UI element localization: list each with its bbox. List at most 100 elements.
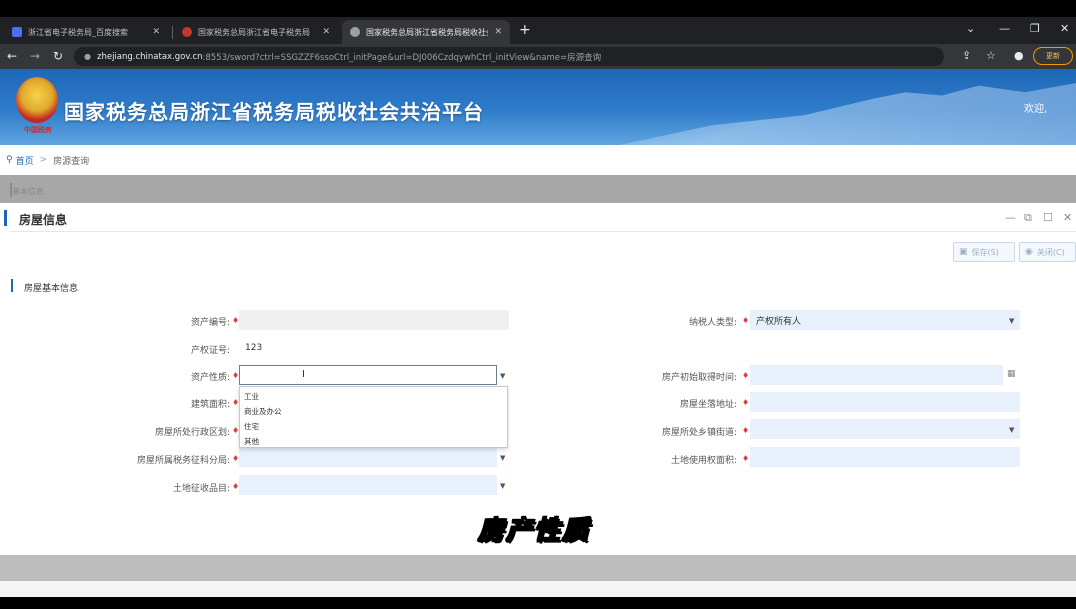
admin-region-label: 房屋所处行政区划:	[154, 428, 230, 438]
bottom-overlay-band	[0, 555, 1076, 581]
emblem-caption: 中国税务	[24, 126, 52, 134]
dropdown-option[interactable]: 住宅	[244, 421, 259, 432]
forward-button[interactable]: →	[30, 49, 40, 63]
save-label: 保存(S)	[971, 247, 999, 257]
required-marker: ♦	[742, 398, 750, 407]
section-accent-bar	[11, 279, 13, 292]
tab-title: 国家税务总局浙江省税务局税收社会	[366, 27, 489, 37]
address-field[interactable]	[750, 392, 1020, 412]
chevron-down-icon[interactable]: ▼	[1009, 317, 1014, 325]
reload-button[interactable]: ↻	[53, 49, 63, 63]
tax-emblem-icon	[16, 77, 58, 123]
tab-title: 浙江省电子税务局_百度搜索	[28, 27, 128, 37]
bottom-strip	[0, 581, 1076, 597]
new-tab-button[interactable]: +	[519, 22, 531, 38]
tab-search-icon[interactable]: ⌄	[966, 22, 975, 35]
taxpayer-type-label: 纳税人类型:	[688, 318, 737, 328]
dialog-maximize-icon[interactable]: ☐	[1043, 211, 1053, 224]
tab-title: 国家税务总局浙江省电子税务局	[198, 27, 310, 37]
baidu-favicon-icon	[12, 27, 22, 37]
tab-separator	[172, 26, 173, 39]
minimize-window-button[interactable]: —	[999, 22, 1010, 35]
welcome-text: 欢迎,	[1024, 104, 1048, 115]
browser-toolbar: ← → ↻ ● zhejiang.chinatax.gov.cn :8553/s…	[0, 44, 1076, 69]
update-label: 更新	[1046, 52, 1060, 60]
asset-number-label: 资产编号:	[190, 318, 230, 328]
tax-branch-label: 房屋所属税务征科分局:	[136, 456, 230, 466]
behind-section-label: 基本信息	[12, 187, 44, 196]
globe-favicon-icon	[350, 27, 360, 37]
property-nature-label: 资产性质:	[190, 373, 230, 383]
chevron-down-icon[interactable]: ▼	[500, 454, 505, 462]
dialog-close-icon[interactable]: ✕	[1063, 211, 1072, 224]
land-area-field[interactable]	[750, 447, 1020, 467]
save-button[interactable]: ▣ 保存(S)	[953, 242, 1015, 262]
dialog-minimize-icon[interactable]: —	[1005, 211, 1016, 224]
breadcrumb: ⚲ 首页 > 房源查询	[0, 145, 1076, 175]
back-button[interactable]: ←	[7, 49, 17, 63]
property-cert-label: 产权证号:	[190, 346, 230, 356]
browser-tab-bar: 浙江省电子税务局_百度搜索 ✕ 国家税务总局浙江省电子税务局 ✕ 国家税务总局浙…	[0, 17, 1076, 44]
dialog-title: 房屋信息	[19, 213, 68, 227]
chevron-down-icon[interactable]: ▼	[1009, 426, 1014, 434]
browser-tab-3-active[interactable]: 国家税务总局浙江省税务局税收社会 ✕	[342, 20, 510, 44]
dialog-accent-bar	[4, 210, 7, 226]
tax-branch-select[interactable]	[239, 447, 497, 467]
restore-window-button[interactable]: ❐	[1030, 22, 1040, 35]
breadcrumb-current: 房源查询	[53, 156, 90, 167]
breadcrumb-separator: >	[39, 155, 48, 165]
calendar-icon[interactable]: ▦	[1007, 369, 1016, 379]
tab-close-icon[interactable]: ✕	[494, 27, 502, 37]
screen-recording-frame: 浙江省电子税务局_百度搜索 ✕ 国家税务总局浙江省电子税务局 ✕ 国家税务总局浙…	[0, 0, 1076, 609]
property-cert-field[interactable]: 123	[239, 338, 509, 358]
address-bar[interactable]: ● zhejiang.chinatax.gov.cn :8553/sword?c…	[74, 47, 944, 66]
land-item-select[interactable]	[239, 475, 497, 495]
chevron-down-icon[interactable]: ▼	[500, 482, 505, 490]
required-marker: ♦	[742, 316, 750, 325]
required-marker: ♦	[742, 426, 750, 435]
property-nature-dropdown: 工业 商业及办公 住宅 其他	[239, 386, 508, 448]
browser-tab-1[interactable]: 浙江省电子税务局_百度搜索 ✕	[4, 20, 168, 44]
chevron-down-icon[interactable]: ▼	[500, 372, 505, 380]
required-marker: ♦	[742, 371, 750, 380]
town-street-select[interactable]	[750, 419, 1020, 439]
land-item-label: 土地征收品目:	[172, 484, 230, 494]
dropdown-option[interactable]: 工业	[244, 391, 259, 402]
section-title: 房屋基本信息	[24, 284, 79, 294]
lock-icon: ●	[84, 52, 91, 61]
save-icon: ▣	[959, 247, 968, 257]
great-wall-graphic	[620, 82, 1076, 145]
land-area-label: 土地使用权面积:	[670, 456, 737, 466]
url-host: zhejiang.chinatax.gov.cn	[96, 51, 203, 62]
dropdown-option[interactable]: 商业及办公	[244, 406, 282, 417]
modal-overlay-band	[0, 175, 1076, 203]
bookmark-star-icon[interactable]: ☆	[986, 49, 996, 62]
url-path: :8553/sword?ctrl=SSGZZF6ssoCtrl_initPage…	[202, 52, 602, 63]
breadcrumb-home-link[interactable]: 首页	[16, 154, 34, 167]
video-subtitle: 房产性质	[477, 515, 591, 546]
property-nature-select[interactable]	[239, 365, 497, 385]
tab-close-icon[interactable]: ✕	[322, 27, 330, 37]
taxpayer-type-select[interactable]: 产权所有人	[750, 310, 1020, 330]
tax-bureau-favicon-icon	[182, 27, 192, 37]
share-icon[interactable]: ⇪	[962, 49, 971, 62]
browser-tab-2[interactable]: 国家税务总局浙江省电子税务局 ✕	[174, 20, 338, 44]
asset-number-field[interactable]	[239, 310, 509, 330]
close-label: 关闭(C)	[1036, 247, 1065, 257]
close-circle-icon: ◉	[1025, 247, 1033, 257]
profile-icon[interactable]: ●	[1014, 49, 1024, 62]
tab-close-icon[interactable]: ✕	[152, 27, 160, 37]
required-marker: ♦	[742, 454, 750, 463]
browser-update-button[interactable]: 更新	[1033, 47, 1073, 65]
close-window-button[interactable]: ✕	[1060, 22, 1069, 35]
town-street-label: 房屋所处乡镇街道:	[661, 428, 737, 438]
text-cursor-icon: I	[302, 369, 305, 380]
site-banner: 中国税务 国家税务总局浙江省税务局税收社会共治平台 欢迎,	[0, 69, 1076, 145]
acquire-date-field[interactable]	[750, 365, 1003, 385]
dialog-restore-icon[interactable]: ⧉	[1024, 211, 1032, 225]
location-pin-icon: ⚲	[6, 155, 13, 165]
acquire-date-label: 房产初始取得时间:	[661, 373, 737, 383]
dropdown-option[interactable]: 其他	[244, 436, 259, 447]
close-button[interactable]: ◉ 关闭(C)	[1019, 242, 1076, 262]
address-label: 房屋坐落地址:	[679, 400, 737, 410]
